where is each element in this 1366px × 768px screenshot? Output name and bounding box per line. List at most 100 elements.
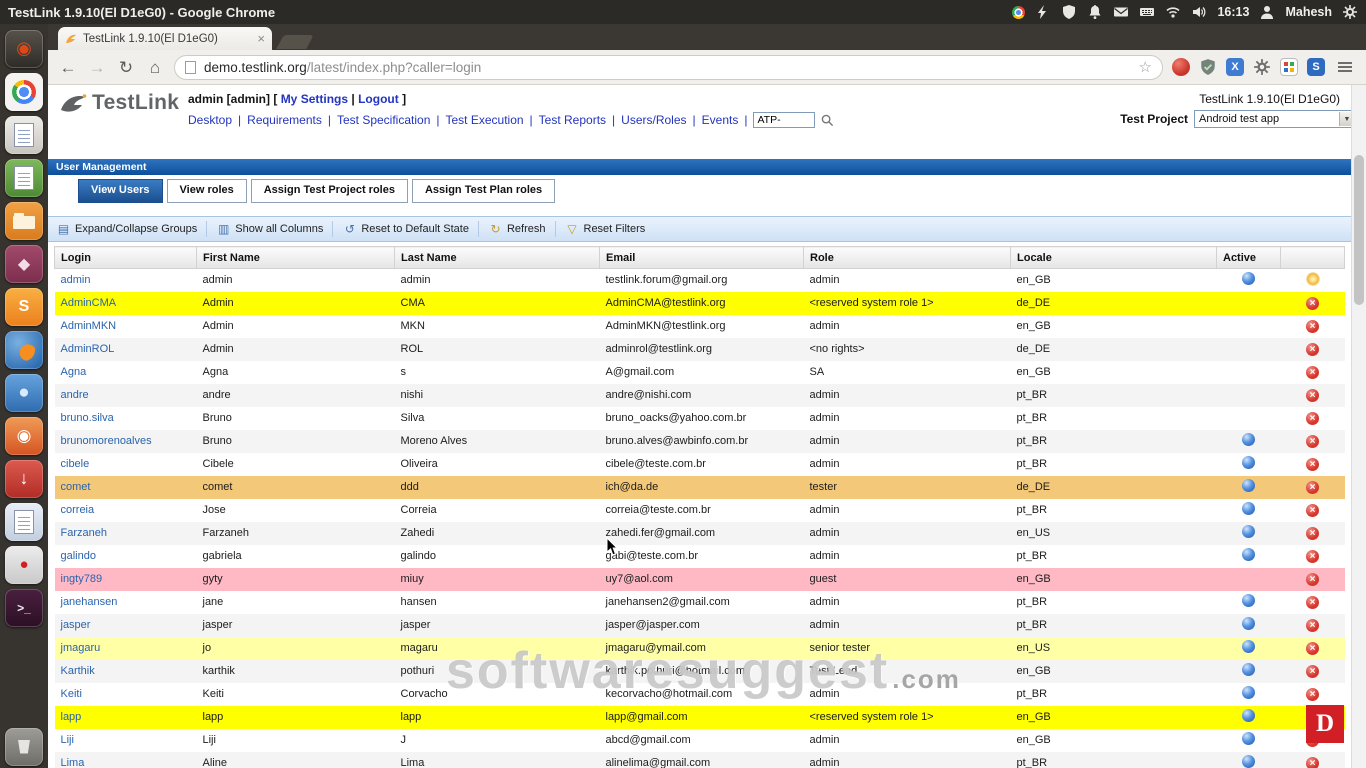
tab-view-users[interactable]: View Users (78, 179, 163, 203)
delete-user-icon[interactable]: × (1306, 481, 1319, 494)
active-icon[interactable] (1242, 755, 1255, 768)
launcher-chrome-icon[interactable] (5, 73, 43, 111)
system-settings-icon[interactable] (1342, 4, 1358, 20)
mail-icon[interactable] (1113, 4, 1129, 20)
active-icon[interactable] (1242, 617, 1255, 630)
delete-user-icon[interactable]: × (1306, 458, 1319, 471)
clock[interactable]: 16:13 (1217, 5, 1249, 19)
launcher-libreoffice-writer-icon[interactable] (5, 503, 43, 541)
launcher-sublime-text-icon[interactable] (5, 288, 43, 326)
user-login-link[interactable]: Karthik (61, 665, 95, 677)
delete-user-icon[interactable]: × (1306, 619, 1319, 632)
launcher-text-editor-icon[interactable] (5, 116, 43, 154)
delete-user-icon[interactable]: × (1306, 527, 1319, 540)
user-login-link[interactable]: janehansen (61, 596, 118, 608)
user-login-link[interactable]: jasper (61, 619, 91, 631)
nav-test-reports[interactable]: Test Reports (539, 113, 606, 127)
shield-icon[interactable] (1061, 4, 1077, 20)
tab-assign-test-project-roles[interactable]: Assign Test Project roles (251, 179, 408, 203)
back-button[interactable]: ← (58, 59, 78, 76)
launcher-dash-home-icon[interactable] (5, 30, 43, 68)
active-icon[interactable] (1242, 663, 1255, 676)
tab-view-roles[interactable]: View roles (167, 179, 247, 203)
show-all-columns-button[interactable]: Show all Columns (216, 222, 323, 237)
network-wifi-icon[interactable] (1165, 4, 1181, 20)
user-login-link[interactable]: andre (61, 389, 89, 401)
active-icon[interactable] (1242, 525, 1255, 538)
user-login-link[interactable]: Lima (61, 757, 85, 768)
delete-user-icon[interactable]: × (1306, 573, 1319, 586)
launcher-gedit-icon[interactable] (5, 159, 43, 197)
reset-to-default-state-button[interactable]: Reset to Default State (342, 222, 469, 237)
active-icon[interactable] (1242, 433, 1255, 446)
test-project-select[interactable]: Android test app ▼ (1194, 110, 1356, 128)
delete-user-icon[interactable]: × (1306, 320, 1319, 333)
session-user[interactable]: Mahesh (1285, 5, 1332, 19)
delete-user-icon[interactable]: × (1306, 688, 1319, 701)
nav-users-roles[interactable]: Users/Roles (621, 113, 686, 127)
delete-user-icon[interactable]: × (1306, 343, 1319, 356)
forward-button[interactable]: → (87, 59, 107, 76)
expand-collapse-groups-button[interactable]: Expand/Collapse Groups (56, 222, 197, 237)
launcher-software-center-icon[interactable] (5, 417, 43, 455)
user-login-link[interactable]: cibele (61, 458, 90, 470)
page-scrollbar[interactable] (1351, 85, 1366, 768)
user-login-link[interactable]: Liji (61, 734, 74, 746)
notifications-icon[interactable] (1087, 4, 1103, 20)
shield-extension-icon[interactable] (1199, 58, 1217, 76)
user-login-link[interactable]: jmagaru (61, 642, 101, 654)
user-login-link[interactable]: ingty789 (61, 573, 103, 585)
delete-user-icon[interactable]: × (1306, 757, 1319, 768)
active-icon[interactable] (1242, 502, 1255, 515)
tab-close-icon[interactable]: × (257, 32, 265, 45)
delete-user-icon[interactable]: × (1306, 297, 1319, 310)
bookmark-star-icon[interactable]: ☆ (1139, 58, 1152, 76)
column-header-last-name[interactable]: Last Name (395, 247, 600, 269)
launcher-web-browser-icon[interactable] (5, 374, 43, 412)
launcher-installer-icon[interactable] (5, 460, 43, 498)
reload-button[interactable]: ↻ (116, 59, 136, 76)
keyboard-icon[interactable] (1139, 4, 1155, 20)
new-tab-button[interactable] (276, 35, 313, 49)
delete-user-icon[interactable]: × (1306, 642, 1319, 655)
browser-tab[interactable]: TestLink 1.9.10(El D1eG0) × (58, 27, 272, 50)
active-icon[interactable] (1242, 732, 1255, 745)
my-settings-link[interactable]: My Settings (281, 92, 348, 106)
user-login-link[interactable]: AdminCMA (61, 297, 117, 309)
nav-test-execution[interactable]: Test Execution (446, 113, 524, 127)
admin-protected-icon[interactable] (1306, 272, 1320, 286)
active-icon[interactable] (1242, 594, 1255, 607)
xmarks-icon[interactable]: X (1226, 58, 1244, 76)
logout-link[interactable]: Logout (358, 92, 399, 106)
launcher-package-manager-icon[interactable] (5, 245, 43, 283)
chrome-indicator-icon[interactable] (1012, 6, 1025, 19)
column-header-login[interactable]: Login (55, 247, 197, 269)
chrome-menu-icon[interactable] (1334, 56, 1356, 78)
user-login-link[interactable]: Farzaneh (61, 527, 107, 539)
column-header-actions[interactable] (1281, 247, 1345, 269)
user-icon[interactable] (1259, 4, 1275, 20)
nav-requirements[interactable]: Requirements (247, 113, 322, 127)
nav-events[interactable]: Events (702, 113, 739, 127)
launcher-file-manager-icon[interactable] (5, 202, 43, 240)
delete-user-icon[interactable]: × (1306, 665, 1319, 678)
column-header-role[interactable]: Role (804, 247, 1011, 269)
launcher-trash-icon[interactable] (5, 728, 43, 766)
column-header-first-name[interactable]: First Name (197, 247, 395, 269)
user-login-link[interactable]: brunomorenoalves (61, 435, 152, 447)
column-header-email[interactable]: Email (600, 247, 804, 269)
nav-desktop[interactable]: Desktop (188, 113, 232, 127)
active-icon[interactable] (1242, 456, 1255, 469)
tab-assign-test-plan-roles[interactable]: Assign Test Plan roles (412, 179, 555, 203)
launcher-screen-recorder-icon[interactable] (5, 546, 43, 584)
speed-dial-icon[interactable] (1280, 58, 1298, 76)
column-header-locale[interactable]: Locale (1011, 247, 1217, 269)
delete-user-icon[interactable]: × (1306, 504, 1319, 517)
home-button[interactable]: ⌂ (145, 59, 165, 76)
test-case-search-input[interactable] (753, 112, 815, 128)
user-login-link[interactable]: correia (61, 504, 95, 516)
user-login-link[interactable]: galindo (61, 550, 96, 562)
column-header-active[interactable]: Active (1217, 247, 1281, 269)
user-login-link[interactable]: AdminROL (61, 343, 115, 355)
active-icon[interactable] (1242, 272, 1255, 285)
